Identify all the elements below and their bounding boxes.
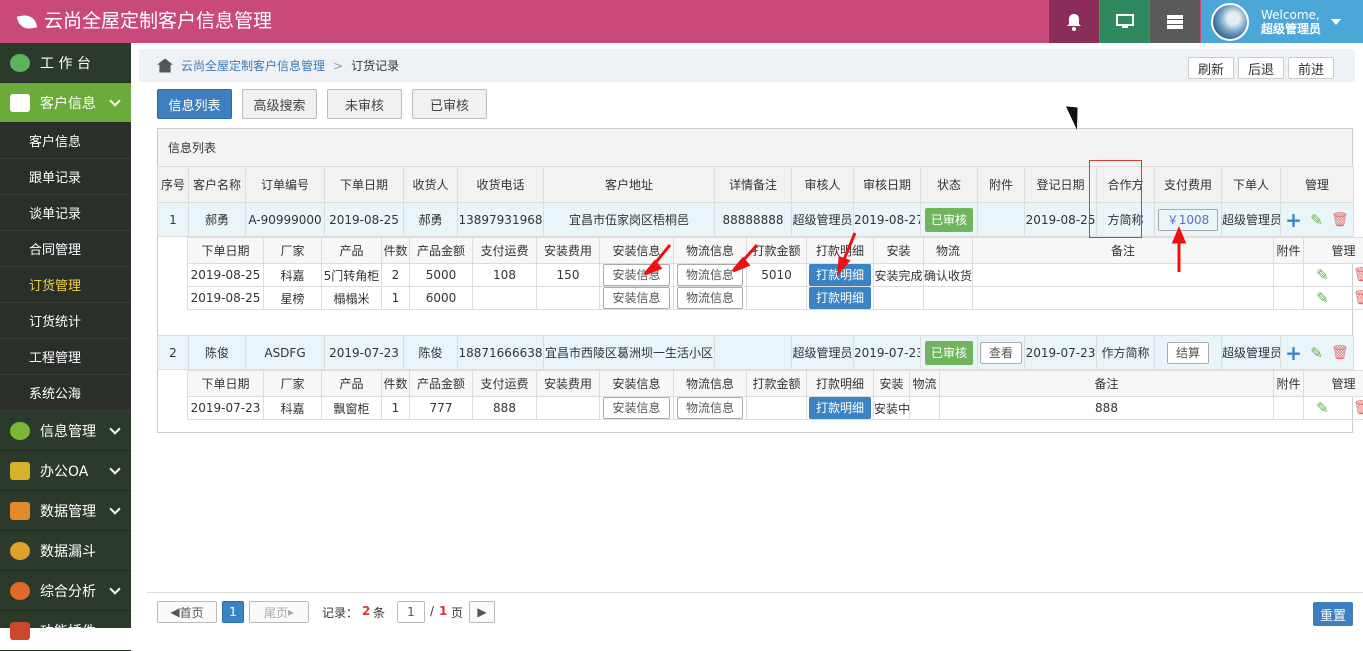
total-pages: 1 (439, 604, 447, 618)
last-page-button[interactable]: 尾页 ▸ (249, 601, 309, 623)
page-1-button[interactable]: 1 (222, 601, 244, 623)
records-label: 记录： (322, 604, 358, 621)
page-sep: / (430, 604, 434, 618)
pagination: ◀ 首页 1 尾页 ▸ 记录： 2 条 1 / 1 页 ▶ (147, 592, 1363, 628)
page-input[interactable]: 1 (397, 601, 425, 623)
go-page-button[interactable]: ▶ (469, 601, 495, 623)
records-count: 2 (362, 604, 370, 618)
first-page-button[interactable]: ◀ 首页 (157, 601, 217, 623)
records-unit: 条 (373, 604, 385, 621)
reset-button[interactable]: 重置 (1313, 602, 1353, 626)
play-icon: ▶ (477, 605, 486, 619)
total-unit: 页 (451, 604, 463, 621)
annotation-arrows (0, 0, 1363, 628)
